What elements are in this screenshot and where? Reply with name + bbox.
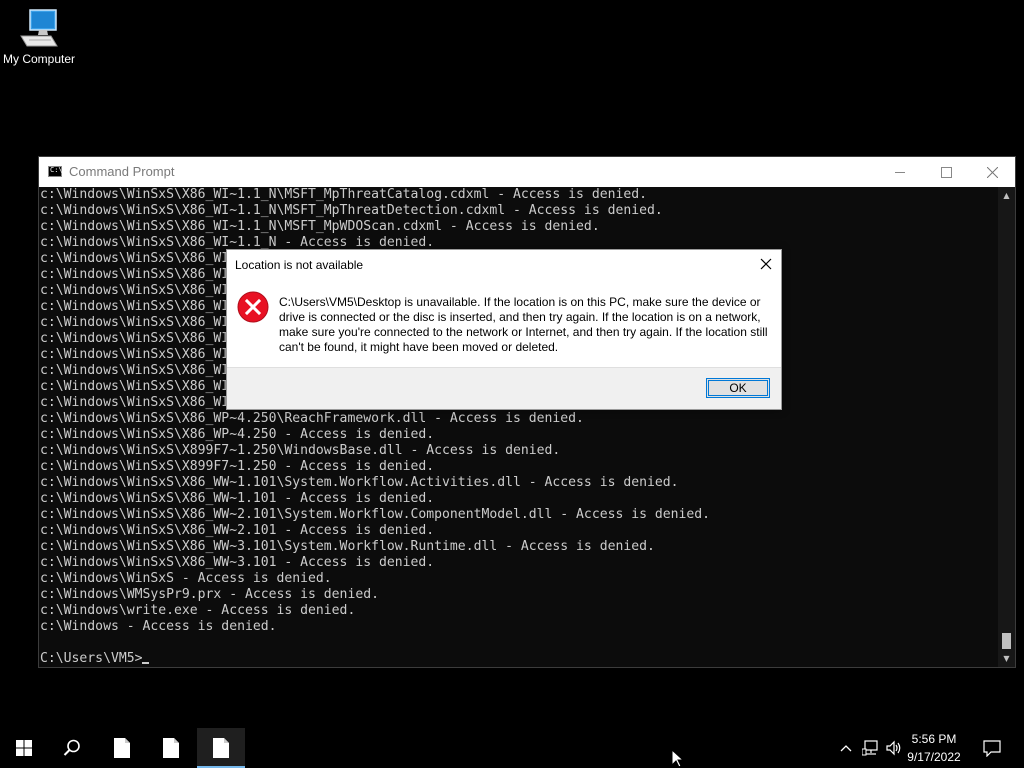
console-line: c:\Windows\WinSxS\X899F7~1.250\WindowsBa… (40, 443, 561, 458)
console-line: c:\Windows\WinSxS\X86_WW~3.101\System.Wo… (40, 539, 655, 554)
ok-button[interactable]: OK (706, 378, 770, 398)
console-line: c:\Windows\WMSysPr9.prx - Access is deni… (40, 587, 379, 602)
vertical-scrollbar[interactable]: ▲ ▼ (998, 187, 1015, 667)
scroll-up-button[interactable]: ▲ (998, 187, 1015, 204)
close-icon (760, 258, 772, 270)
console-line: c:\Windows - Access is denied. (40, 619, 277, 634)
maximize-button[interactable] (923, 157, 969, 187)
windows-logo-icon (16, 740, 32, 756)
console-line: c:\Windows\WinSxS\X899F7~1.250 - Access … (40, 459, 435, 474)
console-line: c:\Windows\WinSxS\X86_WP~4.250 - Access … (40, 427, 435, 442)
show-hidden-icons-button[interactable] (838, 738, 854, 758)
text-cursor (142, 662, 150, 664)
console-line: c:\Windows\WinSxS - Access is denied. (40, 571, 332, 586)
command-prompt-window[interactable]: Command Prompt c:\Windows\WinSxS\X86_WI~… (38, 156, 1016, 668)
minimize-icon (895, 171, 905, 173)
volume-tray-button[interactable] (884, 738, 904, 758)
desktop-icon-label: My Computer (2, 52, 76, 66)
network-icon (862, 740, 878, 756)
console-line: c:\Windows\WinSxS\X86_WW~1.101\System.Wo… (40, 475, 679, 490)
cmd-icon (48, 166, 63, 177)
network-tray-button[interactable] (861, 738, 881, 758)
clock-date: 9/17/2022 (907, 750, 961, 764)
console-line: c:\Windows\WinSxS\X86_WW~2.101 - Access … (40, 523, 435, 538)
error-icon (237, 291, 269, 323)
maximize-icon (940, 166, 952, 178)
prompt-text: C:\Users\VM5> (40, 651, 143, 666)
action-center-button[interactable] (980, 738, 1004, 758)
computer-icon (20, 9, 58, 47)
console-line: c:\Windows\WinSxS\X86_WP~4.250\ReachFram… (40, 411, 584, 426)
taskbar-app-2[interactable] (147, 728, 195, 768)
window-titlebar[interactable]: Command Prompt (39, 157, 1015, 187)
clock[interactable]: 5:56 PM 9/17/2022 (902, 730, 966, 766)
location-error-dialog[interactable]: Location is not available C:\Users\VM5\D… (226, 249, 782, 410)
scroll-thumb[interactable] (1002, 633, 1011, 649)
file-icon (163, 738, 179, 758)
start-button[interactable] (0, 728, 48, 768)
desktop-icon-my-computer[interactable]: My Computer (0, 6, 78, 66)
speaker-icon (886, 740, 901, 756)
console-line: c:\Windows\WinSxS\X86_WI~1.1_N\MSFT_MpTh… (40, 187, 647, 202)
clock-time: 5:56 PM (911, 732, 957, 746)
chevron-up-icon (840, 745, 852, 752)
notification-icon (983, 739, 1001, 757)
console-line: c:\Windows\write.exe - Access is denied. (40, 603, 356, 618)
dialog-footer: OK (227, 367, 781, 409)
window-title: Command Prompt (69, 164, 175, 179)
dialog-close-button[interactable] (755, 254, 777, 274)
search-icon (63, 739, 80, 756)
dialog-message: C:\Users\VM5\Desktop is unavailable. If … (279, 295, 768, 354)
file-icon (114, 738, 130, 758)
mouse-cursor-icon (671, 749, 684, 768)
close-icon (986, 166, 998, 178)
taskbar-app-1[interactable] (98, 728, 146, 768)
search-button[interactable] (48, 728, 96, 768)
console-line: c:\Windows\WinSxS\X86_WW~1.101 - Access … (40, 491, 435, 506)
taskbar-app-3-active[interactable] (197, 728, 245, 768)
taskbar: 5:56 PM 9/17/2022 (0, 728, 1024, 768)
console-line: c:\Windows\WinSxS\X86_WW~2.101\System.Wo… (40, 507, 711, 522)
console-line: c:\Windows\WinSxS\X86_WI~1.1_N\MSFT_MpWD… (40, 219, 600, 234)
close-button[interactable] (969, 157, 1015, 187)
file-icon (213, 738, 229, 758)
prompt-line: C:\Users\VM5> (40, 651, 998, 667)
console-line: c:\Windows\WinSxS\X86_WI~1.1_N\MSFT_MpTh… (40, 203, 663, 218)
console-line: c:\Windows\WinSxS\X86_WW~3.101 - Access … (40, 555, 435, 570)
minimize-button[interactable] (877, 157, 923, 187)
scroll-down-button[interactable]: ▼ (998, 650, 1015, 667)
dialog-title: Location is not available (235, 258, 364, 272)
